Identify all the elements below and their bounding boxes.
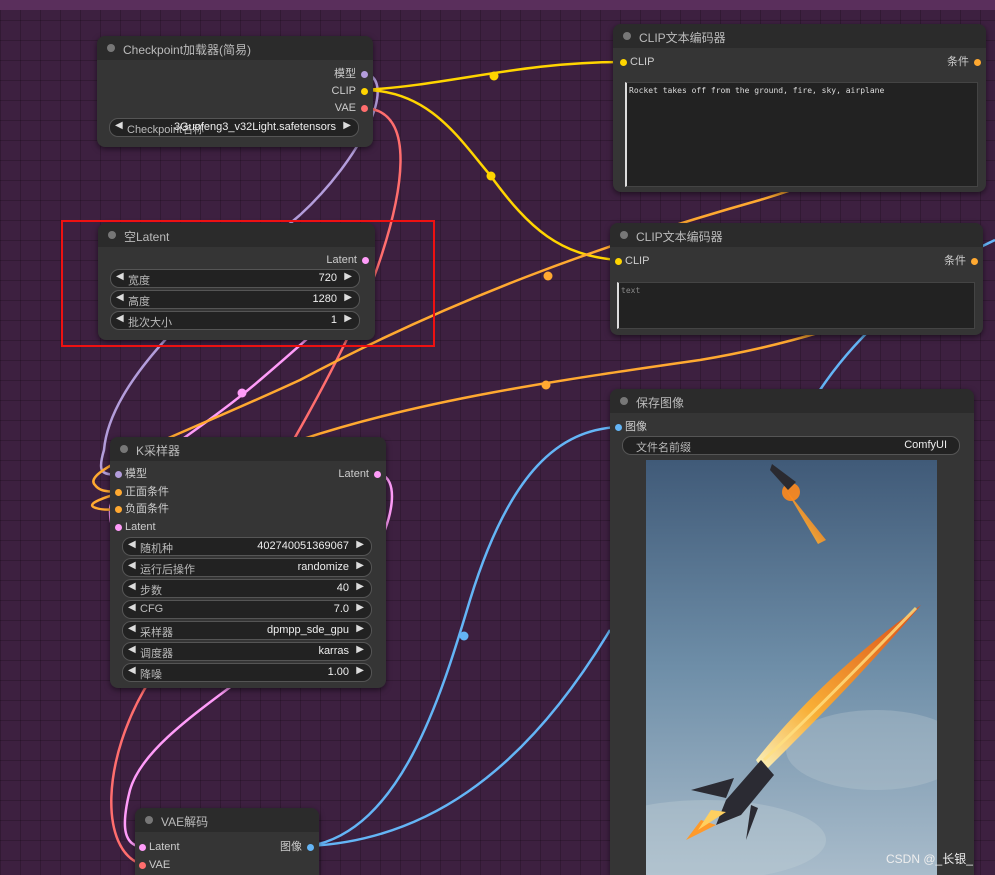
slot-dot-icon[interactable] xyxy=(115,471,122,478)
prompt-textarea[interactable]: text xyxy=(617,282,975,329)
steps-widget[interactable]: ◀ 步数 40 ▶ xyxy=(122,579,372,598)
cfg-widget[interactable]: ◀ CFG 7.0 ▶ xyxy=(122,600,372,619)
input-slot-vae[interactable]: VAE xyxy=(139,858,219,872)
input-slot-model[interactable]: 模型 xyxy=(115,467,215,481)
sampler-widget[interactable]: ◀ 采样器 dpmpp_sde_gpu ▶ xyxy=(122,621,372,640)
slot-dot-icon[interactable] xyxy=(974,59,981,66)
widget-value: 3Guofeng3_v32Light.safetensors xyxy=(173,121,336,133)
reroute-dot xyxy=(489,71,499,81)
arrow-right-icon[interactable]: ▶ xyxy=(356,644,364,655)
input-slot-image[interactable]: 图像 xyxy=(615,420,695,434)
slot-dot-icon[interactable] xyxy=(620,59,627,66)
slot-dot-icon[interactable] xyxy=(361,88,368,95)
slot-dot-icon[interactable] xyxy=(139,862,146,869)
node-title: K采样器 xyxy=(136,444,181,458)
reroute-dot xyxy=(459,631,469,641)
input-slot-latent[interactable]: Latent xyxy=(115,520,215,534)
node-header[interactable]: CLIP文本编码器 xyxy=(613,24,986,48)
slot-dot-icon[interactable] xyxy=(971,258,978,265)
arrow-right-icon[interactable]: ▶ xyxy=(356,602,364,613)
output-slot-image[interactable]: 图像 xyxy=(234,840,314,854)
input-slot-latent[interactable]: Latent xyxy=(139,840,219,854)
output-slot-model[interactable]: 模型 xyxy=(268,67,368,81)
arrow-left-icon[interactable]: ◀ xyxy=(128,602,136,613)
collapse-dot-icon[interactable] xyxy=(620,231,628,239)
arrow-left-icon[interactable]: ◀ xyxy=(128,665,136,676)
scheduler-widget[interactable]: ◀ 调度器 karras ▶ xyxy=(122,642,372,661)
reroute-dot xyxy=(486,171,496,181)
prompt-textarea[interactable]: Rocket takes off from the ground, fire, … xyxy=(625,82,978,187)
reroute-dot xyxy=(543,271,553,281)
node-header[interactable]: CLIP文本编码器 xyxy=(610,223,983,247)
collapse-dot-icon[interactable] xyxy=(620,397,628,405)
slot-dot-icon[interactable] xyxy=(115,506,122,513)
clip-text-encode-negative-node[interactable]: CLIP文本编码器 CLIP 条件 text xyxy=(610,223,983,335)
ckpt-name-combo[interactable]: ◀ Checkpoint名称 3Guofeng3_v32Light.safete… xyxy=(109,118,359,137)
clip-text-encode-positive-node[interactable]: CLIP文本编码器 CLIP 条件 Rocket takes off from … xyxy=(613,24,986,192)
slot-dot-icon[interactable] xyxy=(115,489,122,496)
highlight-box xyxy=(61,220,435,347)
node-title: CLIP文本编码器 xyxy=(636,230,723,244)
textarea-placeholder: text xyxy=(621,286,641,295)
slot-dot-icon[interactable] xyxy=(307,844,314,851)
rocket-image xyxy=(646,460,937,875)
arrow-left-icon[interactable]: ◀ xyxy=(128,560,136,571)
slot-dot-icon[interactable] xyxy=(615,258,622,265)
input-slot-negative[interactable]: 负面条件 xyxy=(115,502,215,516)
node-header[interactable]: VAE解码 xyxy=(135,808,319,832)
arrow-right-icon[interactable]: ▶ xyxy=(343,120,351,131)
arrow-right-icon[interactable]: ▶ xyxy=(356,623,364,634)
output-slot-conditioning[interactable]: 条件 xyxy=(901,55,981,69)
node-header[interactable]: Checkpoint加载器(简易) xyxy=(97,36,373,60)
node-header[interactable]: K采样器 xyxy=(110,437,386,461)
input-slot-positive[interactable]: 正面条件 xyxy=(115,485,215,499)
arrow-left-icon[interactable]: ◀ xyxy=(115,120,123,131)
node-title: CLIP文本编码器 xyxy=(639,31,726,45)
output-slot-vae[interactable]: VAE xyxy=(268,101,368,115)
collapse-dot-icon[interactable] xyxy=(145,816,153,824)
slot-dot-icon[interactable] xyxy=(361,71,368,78)
collapse-dot-icon[interactable] xyxy=(120,445,128,453)
arrow-left-icon[interactable]: ◀ xyxy=(128,644,136,655)
slot-dot-icon[interactable] xyxy=(139,844,146,851)
arrow-left-icon[interactable]: ◀ xyxy=(128,623,136,634)
output-slot-clip[interactable]: CLIP xyxy=(268,84,368,98)
slot-dot-icon[interactable] xyxy=(361,105,368,112)
slot-dot-icon[interactable] xyxy=(615,424,622,431)
filename-prefix-widget[interactable]: 文件名前缀 ComfyUI xyxy=(622,436,960,455)
output-slot-latent[interactable]: Latent xyxy=(281,467,381,481)
output-slot-conditioning[interactable]: 条件 xyxy=(898,254,978,268)
control-after-generate-widget[interactable]: ◀ 运行后操作 randomize ▶ xyxy=(122,558,372,577)
node-title: 保存图像 xyxy=(636,396,685,410)
ksampler-node[interactable]: K采样器 模型 正面条件 负面条件 Latent Latent ◀ 随机种 40… xyxy=(110,437,386,688)
reroute-dot xyxy=(541,380,551,390)
arrow-right-icon[interactable]: ▶ xyxy=(356,665,364,676)
seed-widget[interactable]: ◀ 随机种 402740051369067 ▶ xyxy=(122,537,372,556)
arrow-left-icon[interactable]: ◀ xyxy=(128,581,136,592)
collapse-dot-icon[interactable] xyxy=(623,32,631,40)
collapse-dot-icon[interactable] xyxy=(107,44,115,52)
reroute-dot xyxy=(237,388,247,398)
arrow-right-icon[interactable]: ▶ xyxy=(356,560,364,571)
image-preview[interactable] xyxy=(646,460,937,875)
arrow-left-icon[interactable]: ◀ xyxy=(128,539,136,550)
input-slot-clip[interactable]: CLIP xyxy=(615,254,695,268)
slot-dot-icon[interactable] xyxy=(374,471,381,478)
watermark: CSDN @_长银_ xyxy=(886,852,973,866)
denoise-widget[interactable]: ◀ 降噪 1.00 ▶ xyxy=(122,663,372,682)
arrow-right-icon[interactable]: ▶ xyxy=(356,539,364,550)
node-title: VAE解码 xyxy=(161,815,209,829)
arrow-right-icon[interactable]: ▶ xyxy=(356,581,364,592)
vae-decode-node[interactable]: VAE解码 Latent VAE 图像 xyxy=(135,808,319,875)
node-title: Checkpoint加载器(简易) xyxy=(123,43,252,57)
input-slot-clip[interactable]: CLIP xyxy=(620,55,700,69)
checkpoint-loader-node[interactable]: Checkpoint加载器(简易) 模型 CLIP VAE ◀ Checkpoi… xyxy=(97,36,373,147)
slot-dot-icon[interactable] xyxy=(115,524,122,531)
node-header[interactable]: 保存图像 xyxy=(610,389,974,413)
